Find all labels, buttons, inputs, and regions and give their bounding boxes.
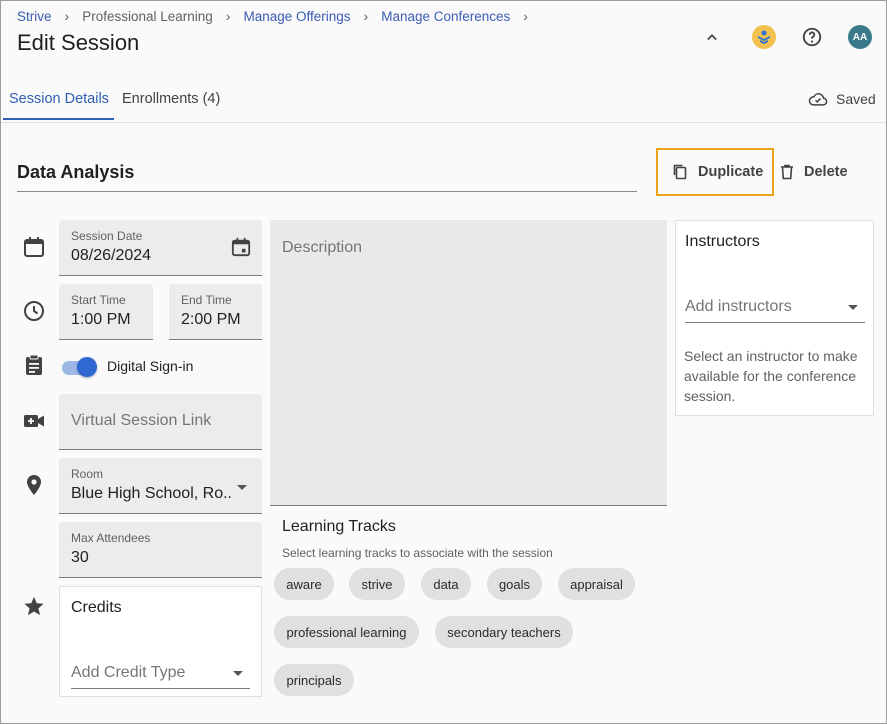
room-value: Blue High School, Ro... [71, 485, 233, 502]
tab-session-details[interactable]: Session Details [9, 91, 109, 107]
avatar[interactable]: AA [848, 25, 872, 49]
delete-label: Delete [804, 164, 848, 180]
virtual-session-link-input[interactable]: Virtual Session Link [59, 394, 262, 450]
chip-secondary-teachers[interactable]: secondary teachers [435, 616, 573, 648]
add-instructors-placeholder: Add instructors [685, 298, 792, 315]
location-pin-icon [23, 474, 45, 496]
cloud-check-icon [808, 93, 828, 106]
dropdown-arrow-icon [237, 485, 247, 490]
session-date-label: Session Date [71, 229, 143, 243]
chip-aware[interactable]: aware [274, 568, 334, 600]
digital-signin-label: Digital Sign-in [107, 358, 194, 374]
add-instructors-select[interactable]: Add instructors [685, 291, 865, 323]
start-time-value: 1:00 PM [71, 311, 131, 328]
saved-status: Saved [808, 91, 876, 107]
instructors-title: Instructors [685, 233, 760, 250]
app-window: Strive › Professional Learning › Manage … [0, 0, 887, 724]
clock-icon [23, 300, 45, 322]
clipboard-icon [23, 354, 45, 376]
max-attendees-input[interactable]: Max Attendees 30 [59, 522, 262, 578]
star-icon [23, 595, 45, 617]
chip-professional-learning[interactable]: professional learning [274, 616, 419, 648]
delete-button[interactable]: Delete [780, 160, 848, 184]
chip-appraisal[interactable]: appraisal [558, 568, 635, 600]
page-title: Edit Session [17, 30, 140, 55]
chevron-up-icon[interactable] [700, 25, 724, 49]
breadcrumb-manage-offerings[interactable]: Manage Offerings [243, 9, 350, 24]
toggle-thumb [77, 357, 97, 377]
calendar-icon [23, 236, 45, 258]
credits-card: Credits Add Credit Type [59, 586, 262, 697]
calendar-picker-icon[interactable] [231, 237, 251, 262]
tab-enrollments[interactable]: Enrollments (4) [122, 91, 220, 107]
chevron-right-icon: › [225, 8, 231, 24]
dropdown-arrow-icon [848, 305, 858, 310]
saved-label: Saved [836, 91, 876, 107]
session-date-field[interactable]: Session Date 08/26/2024 [59, 220, 262, 276]
end-time-value: 2:00 PM [181, 311, 241, 328]
room-select[interactable]: Room Blue High School, Ro... [59, 458, 262, 514]
chip-data[interactable]: data [421, 568, 471, 600]
room-label: Room [71, 467, 104, 481]
session-date-value: 08/26/2024 [71, 247, 152, 264]
chevron-right-icon: › [523, 8, 528, 24]
end-time-field[interactable]: End Time 2:00 PM [169, 284, 262, 340]
chevron-right-icon: › [363, 8, 369, 24]
start-time-field[interactable]: Start Time 1:00 PM [59, 284, 153, 340]
instructors-hint: Select an instructor to make available f… [684, 348, 858, 404]
max-attendees-label: Max Attendees [71, 531, 151, 545]
digital-signin-toggle[interactable] [60, 357, 97, 377]
learning-tracks-subtitle: Select learning tracks to associate with… [282, 546, 553, 560]
credits-title: Credits [71, 599, 122, 616]
chip-goals[interactable]: goals [487, 568, 542, 600]
start-time-label: Start Time [71, 293, 126, 307]
chevron-right-icon: › [64, 8, 70, 24]
dropdown-arrow-icon [233, 671, 243, 676]
end-time-label: End Time [181, 293, 232, 307]
learning-tracks-title: Learning Tracks [282, 518, 396, 535]
description-placeholder: Description [282, 239, 363, 256]
breadcrumb-manage-conferences[interactable]: Manage Conferences [381, 9, 510, 24]
help-icon[interactable] [800, 25, 824, 49]
trash-icon [781, 164, 793, 180]
duplicate-button[interactable]: Duplicate [656, 148, 774, 196]
description-textarea[interactable]: Description [270, 220, 667, 506]
credit-type-placeholder: Add Credit Type [71, 664, 186, 681]
credit-type-select[interactable]: Add Credit Type [71, 657, 250, 689]
video-add-icon [23, 410, 45, 432]
breadcrumb-professional-learning: Professional Learning [82, 8, 213, 24]
breadcrumb: Strive › Professional Learning › Manage … [17, 8, 541, 24]
tab-bar: Session Details Enrollments (4) Saved [1, 79, 886, 123]
breadcrumb-strive[interactable]: Strive [17, 9, 52, 24]
virtual-session-link-placeholder: Virtual Session Link [71, 412, 212, 429]
chip-strive[interactable]: strive [349, 568, 405, 600]
strive-logo-icon[interactable] [752, 25, 776, 49]
session-name-input[interactable]: Data Analysis [17, 162, 637, 192]
copy-icon [673, 164, 687, 180]
chip-principals[interactable]: principals [274, 664, 354, 696]
active-tab-indicator [3, 118, 114, 120]
max-attendees-value: 30 [71, 549, 89, 566]
duplicate-label: Duplicate [698, 164, 764, 180]
